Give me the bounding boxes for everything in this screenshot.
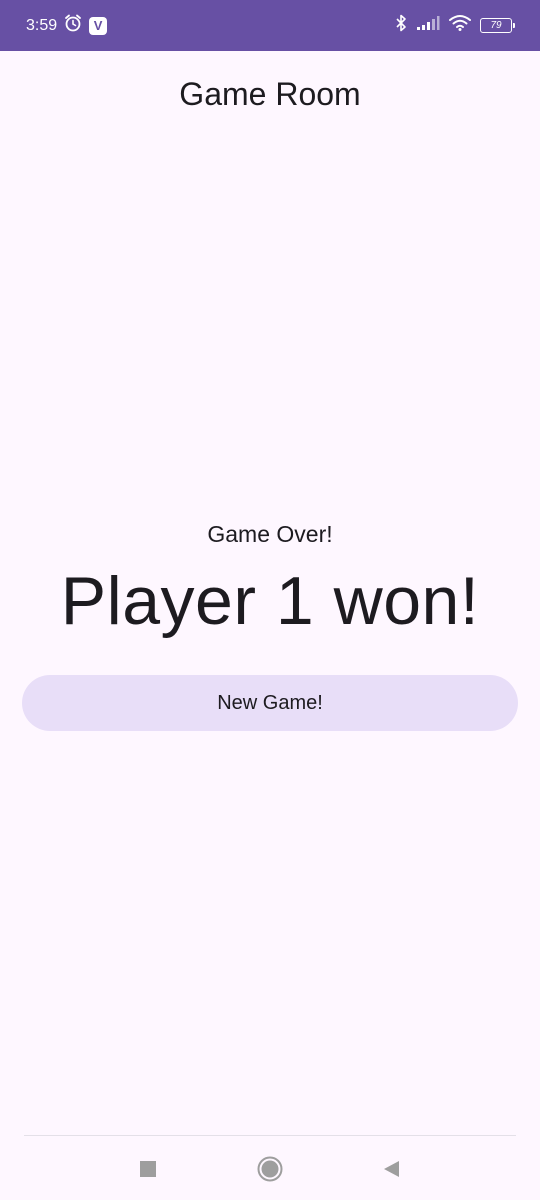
status-right: 79 xyxy=(394,13,515,38)
game-over-text: Game Over! xyxy=(207,521,333,547)
new-game-button[interactable]: New Game! xyxy=(22,675,518,731)
screen: 3:59 V 79 Game Room Game Over! Player 1 … xyxy=(0,0,540,1200)
back-icon[interactable] xyxy=(376,1154,406,1184)
battery-icon: 79 xyxy=(480,18,515,33)
wifi-icon xyxy=(448,14,472,37)
winner-text: Player 1 won! xyxy=(60,563,480,639)
status-time: 3:59 xyxy=(26,16,58,34)
bluetooth-icon xyxy=(394,13,408,38)
v-app-icon: V xyxy=(89,16,108,35)
alarm-icon xyxy=(63,13,83,38)
page-title: Game Room xyxy=(179,76,361,112)
signal-icon xyxy=(416,15,440,36)
status-bar: 3:59 V 79 xyxy=(0,0,540,51)
nav-bar xyxy=(0,1136,540,1200)
recents-icon[interactable] xyxy=(133,1154,163,1184)
status-left: 3:59 V xyxy=(26,13,108,38)
home-icon[interactable] xyxy=(255,1154,285,1184)
